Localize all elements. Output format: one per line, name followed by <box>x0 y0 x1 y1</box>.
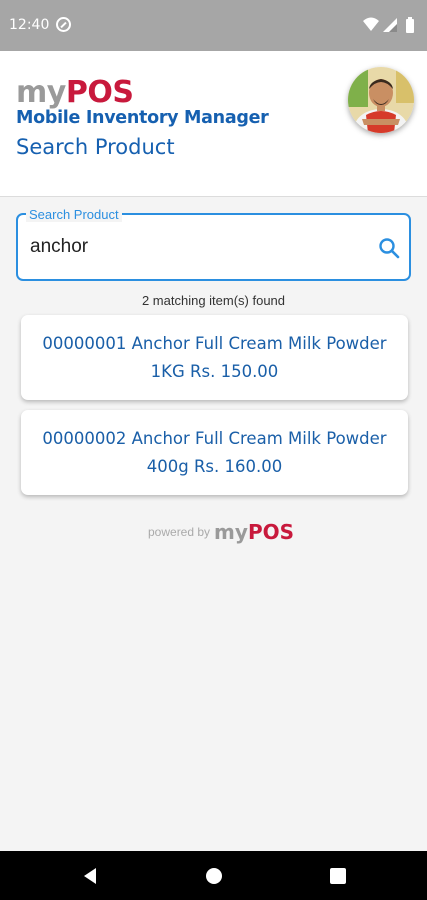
product-result-item[interactable]: 00000001 Anchor Full Cream Milk Powder 1… <box>21 315 408 400</box>
search-input[interactable] <box>30 233 370 261</box>
sync-icon <box>56 17 71 32</box>
mypos-logo: myPOS <box>16 75 134 110</box>
status-bar: 12:40 <box>0 0 427 51</box>
status-time: 12:40 <box>9 17 50 33</box>
status-icons <box>363 17 414 33</box>
navigation-bar <box>0 851 427 900</box>
search-icon[interactable] <box>378 237 400 259</box>
footer-logo: myPOS <box>214 522 294 542</box>
powered-by-footer: powered by myPOS <box>148 520 294 544</box>
app-subtitle: Mobile Inventory Manager <box>16 108 269 128</box>
back-icon[interactable] <box>78 864 102 888</box>
powered-by-text: powered by <box>148 525 211 539</box>
wifi-icon <box>363 17 379 31</box>
product-result-text: 00000001 Anchor Full Cream Milk Powder 1… <box>42 333 387 381</box>
match-count: 2 matching item(s) found <box>141 293 286 308</box>
signal-icon <box>383 18 397 32</box>
logo-my: my <box>16 75 66 110</box>
battery-icon <box>406 17 414 33</box>
search-field[interactable] <box>16 213 411 281</box>
avatar[interactable] <box>348 67 414 133</box>
logo-pos: POS <box>65 75 134 110</box>
footer-logo-my: my <box>214 520 248 544</box>
footer-logo-pos: POS <box>247 520 295 544</box>
product-result-item[interactable]: 00000002 Anchor Full Cream Milk Powder 4… <box>21 410 408 495</box>
product-result-text: 00000002 Anchor Full Cream Milk Powder 4… <box>42 428 387 476</box>
home-icon[interactable] <box>202 864 226 888</box>
search-field-label: Search Product <box>26 208 122 222</box>
recents-icon[interactable] <box>326 864 350 888</box>
page-title: Search Product <box>16 135 175 159</box>
